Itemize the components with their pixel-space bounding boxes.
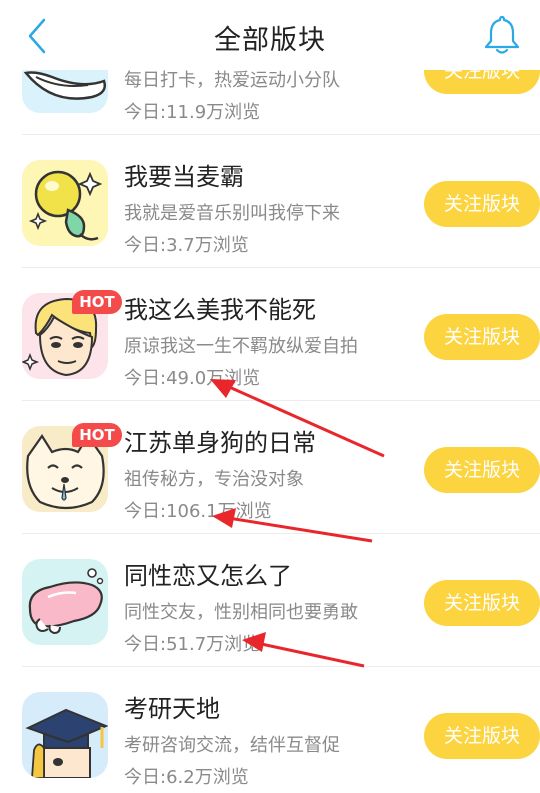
follow-board-button[interactable]: 关注版块 — [424, 580, 540, 626]
board-list: 每日打卡，热爱运动小分队 今日:11.9万浏览 关注版块 我要当麦霸 我就是爱音… — [0, 0, 540, 793]
board-views: 今日:51.7万浏览 — [124, 634, 261, 655]
board-views: 今日:3.7万浏览 — [124, 235, 249, 256]
list-item[interactable]: 我要当麦霸 我就是爱音乐别叫我停下来 今日:3.7万浏览 关注版块 — [0, 135, 540, 268]
board-avatar — [22, 692, 108, 778]
hot-badge: HOT — [72, 290, 122, 314]
list-item[interactable]: 考研天地 考研咨询交流，结伴互督促 今日:6.2万浏览 关注版块 — [0, 667, 540, 793]
board-description: 祖传秘方，专治没对象 — [124, 469, 304, 490]
hot-badge: HOT — [72, 423, 122, 447]
board-views: 今日:6.2万浏览 — [124, 767, 249, 788]
board-views: 今日:11.9万浏览 — [124, 102, 261, 123]
follow-board-button[interactable]: 关注版块 — [424, 314, 540, 360]
list-item[interactable]: 同性恋又怎么了 同性交友，性别相同也要勇敢 今日:51.7万浏览 关注版块 — [0, 534, 540, 667]
board-views: 今日:106.1万浏览 — [124, 501, 272, 522]
list-item[interactable]: HOT 江苏单身狗的日常 祖传秘方，专治没对象 今日:106.1万浏览 关注版块 — [0, 401, 540, 534]
list-item[interactable]: HOT 我这么美我不能死 原谅我这一生不羁放纵爱自拍 今日:49.0万浏览 关注… — [0, 268, 540, 401]
board-title: 我要当麦霸 — [124, 163, 244, 191]
follow-board-button[interactable]: 关注版块 — [424, 713, 540, 759]
board-title: 同性恋又怎么了 — [124, 562, 292, 590]
board-description: 原谅我这一生不羁放纵爱自拍 — [124, 336, 358, 357]
board-title: 江苏单身狗的日常 — [124, 429, 316, 457]
follow-board-button[interactable]: 关注版块 — [424, 181, 540, 227]
board-description: 同性交友，性别相同也要勇敢 — [124, 602, 358, 623]
page-title: 全部版块 — [214, 25, 326, 56]
board-avatar — [22, 559, 108, 645]
board-title: 我这么美我不能死 — [124, 296, 316, 324]
board-avatar — [22, 160, 108, 246]
board-description: 我就是爱音乐别叫我停下来 — [124, 203, 340, 224]
board-title: 考研天地 — [124, 695, 220, 723]
bell-icon — [484, 15, 520, 54]
board-views: 今日:49.0万浏览 — [124, 368, 261, 389]
follow-board-button[interactable]: 关注版块 — [424, 447, 540, 493]
notification-button[interactable] — [482, 13, 522, 57]
top-bar: 全部版块 — [0, 0, 540, 70]
board-description: 考研咨询交流，结伴互督促 — [124, 735, 340, 756]
